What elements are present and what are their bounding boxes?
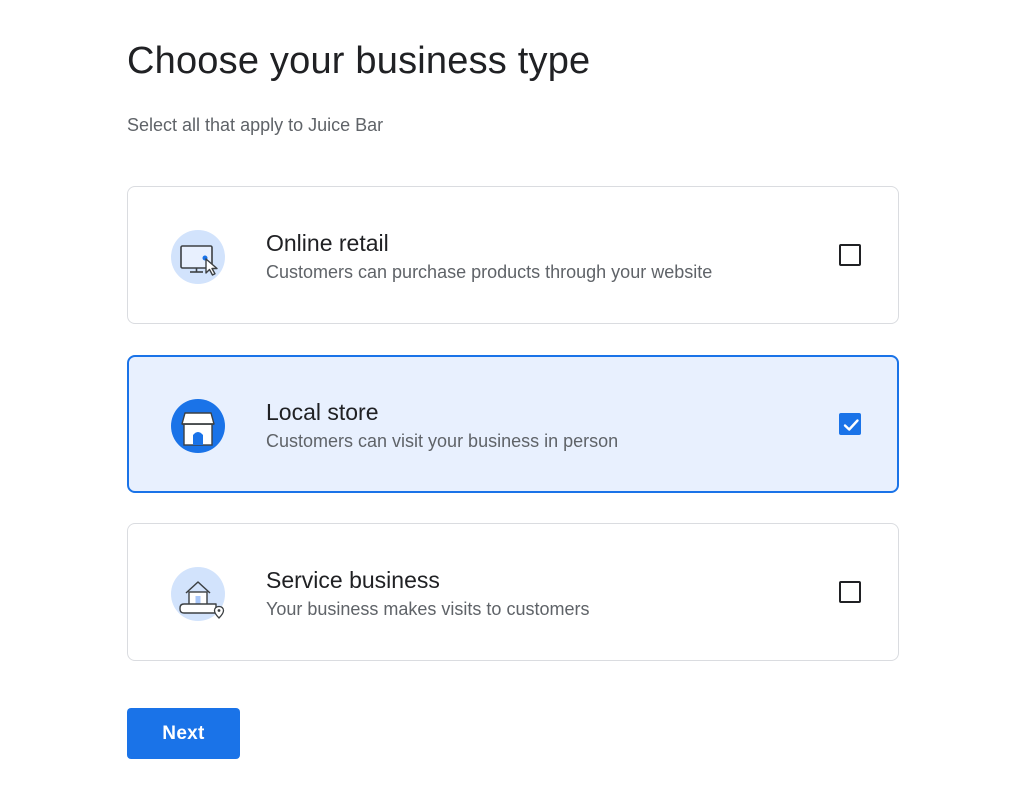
option-description: Customers can purchase products through … [266, 262, 713, 282]
option-text: Local store Customers can visit your bus… [266, 398, 618, 452]
option-text: Service business Your business makes vis… [266, 566, 589, 620]
option-description: Customers can visit your business in per… [266, 431, 619, 451]
option-title: Service business [266, 567, 440, 593]
storefront-icon [170, 398, 226, 454]
option-service-business[interactable]: Service business Your business makes vis… [127, 523, 899, 661]
local-store-checkbox[interactable] [839, 413, 861, 435]
option-description: Your business makes visits to customers [266, 599, 590, 619]
service-business-checkbox[interactable] [839, 581, 861, 603]
page-subtitle: Select all that apply to Juice Bar [127, 115, 384, 135]
house-location-icon [170, 566, 226, 622]
option-title: Local store [266, 399, 379, 425]
page-title: Choose your business type [127, 40, 591, 82]
option-title: Online retail [266, 230, 389, 256]
option-online-retail[interactable]: Online retail Customers can purchase pro… [127, 186, 899, 324]
next-button[interactable]: Next [127, 708, 240, 759]
checkmark-icon [843, 419, 859, 431]
online-retail-checkbox[interactable] [839, 244, 861, 266]
option-local-store[interactable]: Local store Customers can visit your bus… [127, 355, 899, 493]
option-text: Online retail Customers can purchase pro… [266, 229, 712, 283]
business-type-page: Choose your business type Select all tha… [0, 0, 1024, 809]
monitor-cursor-icon [170, 229, 226, 285]
